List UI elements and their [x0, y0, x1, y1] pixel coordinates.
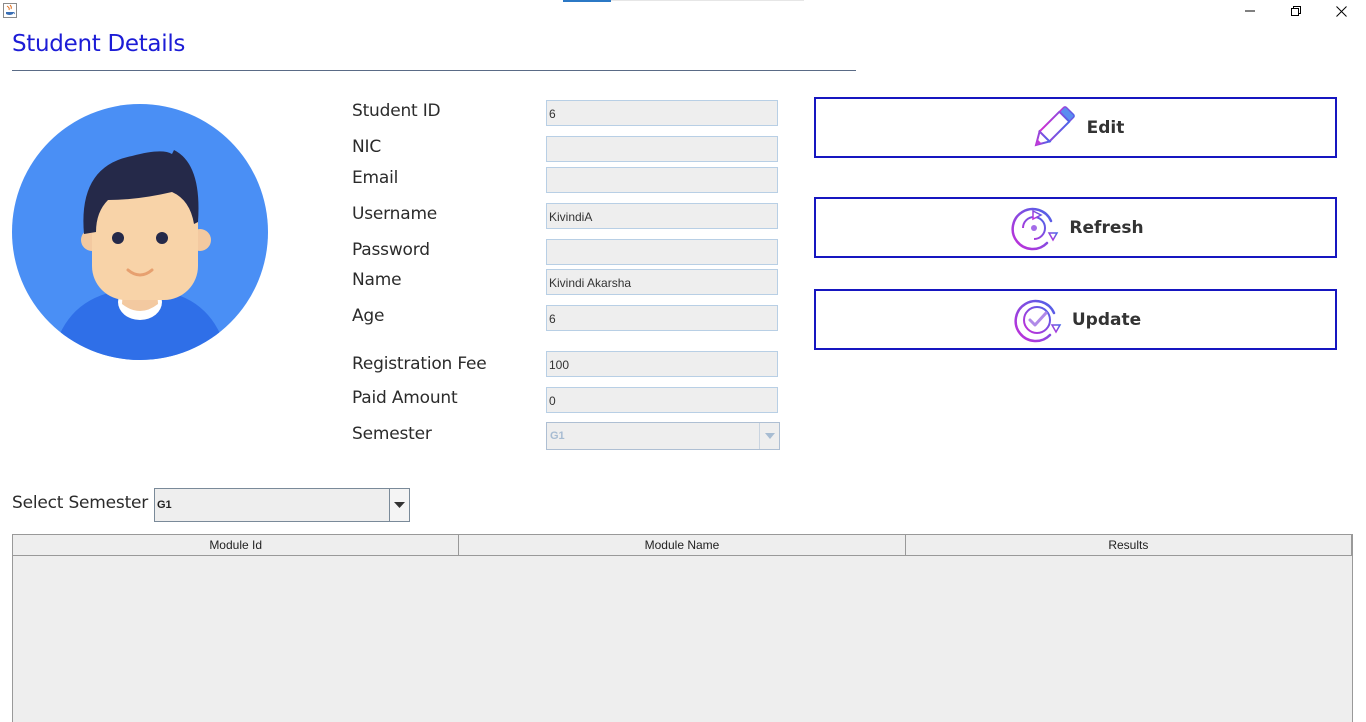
select-semester-arrow-button[interactable] — [389, 489, 409, 521]
restore-icon — [1291, 6, 1301, 16]
semester-label: Semester — [352, 424, 432, 444]
minimize-icon — [1245, 10, 1255, 12]
title-highlight — [563, 0, 611, 2]
chevron-down-icon — [394, 502, 405, 508]
select-semester-label: Select Semester — [12, 493, 149, 513]
title-divider-line — [12, 70, 856, 71]
minimize-button[interactable] — [1227, 0, 1273, 22]
edit-button-label: Edit — [1086, 117, 1125, 138]
age-field[interactable]: 6 — [546, 305, 778, 331]
refresh-button[interactable]: Refresh — [814, 197, 1337, 258]
age-label: Age — [352, 306, 385, 326]
username-field[interactable]: KivindiA — [546, 203, 778, 229]
student-id-label: Student ID — [352, 101, 441, 121]
name-field[interactable]: Kivindi Akarsha — [546, 269, 778, 295]
student-id-field[interactable]: 6 — [546, 100, 778, 126]
column-header-module-id[interactable]: Module Id — [13, 535, 460, 555]
email-field[interactable] — [546, 167, 778, 193]
update-button[interactable]: Update — [814, 289, 1337, 350]
results-table[interactable]: Module Id Module Name Results — [12, 534, 1353, 722]
page-title: Student Details — [12, 31, 186, 57]
nic-label: NIC — [352, 137, 382, 157]
semester-dropdown-value: G1 — [550, 430, 565, 442]
registration-fee-field[interactable]: 100 — [546, 351, 778, 377]
column-header-results[interactable]: Results — [906, 535, 1352, 555]
java-icon — [3, 3, 17, 18]
semester-dropdown-arrow — [759, 423, 779, 449]
table-header: Module Id Module Name Results — [13, 535, 1352, 556]
update-check-icon — [1014, 299, 1062, 342]
registration-fee-label: Registration Fee — [352, 354, 487, 374]
student-avatar-illustration — [12, 104, 268, 360]
restore-button[interactable] — [1273, 0, 1319, 22]
semester-dropdown-disabled: G1 — [546, 422, 780, 450]
column-header-module-name[interactable]: Module Name — [459, 535, 906, 555]
close-icon — [1335, 5, 1347, 17]
chevron-down-icon — [764, 433, 775, 439]
select-semester-dropdown[interactable]: G1 — [154, 488, 410, 522]
nic-field[interactable] — [546, 136, 778, 162]
edit-button[interactable]: Edit — [814, 97, 1337, 158]
paid-amount-field[interactable]: 0 — [546, 387, 778, 413]
email-label: Email — [352, 168, 399, 188]
name-label: Name — [352, 270, 402, 290]
window-title-bar — [0, 0, 1366, 22]
update-button-label: Update — [1071, 309, 1142, 330]
refresh-icon — [1011, 207, 1059, 250]
select-semester-value: G1 — [157, 499, 172, 511]
paid-amount-label: Paid Amount — [352, 388, 458, 408]
password-label: Password — [352, 240, 430, 260]
close-button[interactable] — [1318, 0, 1364, 22]
refresh-button-label: Refresh — [1069, 217, 1144, 238]
pencil-icon — [1034, 105, 1075, 146]
title-divider — [611, 0, 804, 1]
password-field[interactable] — [546, 239, 778, 265]
username-label: Username — [352, 204, 438, 224]
